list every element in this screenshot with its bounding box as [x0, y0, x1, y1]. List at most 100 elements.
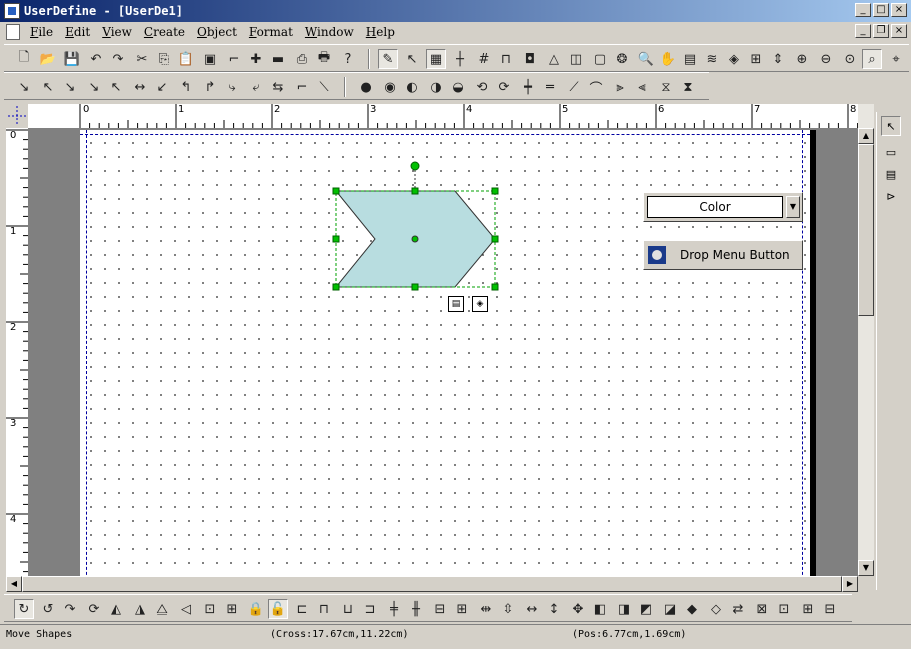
print-icon[interactable]: 🖶 [314, 49, 334, 69]
join-icon[interactable]: ⟳ [494, 77, 514, 97]
connector-3-icon[interactable]: ↘ [60, 77, 80, 97]
connector-13-icon[interactable]: ⌐ [292, 77, 312, 97]
snap-icon[interactable]: ┼ [450, 49, 470, 69]
same-width-icon[interactable]: ↔ [522, 599, 542, 619]
table-icon[interactable]: ⊞ [746, 49, 766, 69]
rotate-handle[interactable] [410, 161, 420, 171]
flip-horizontal-icon[interactable]: ◭ [106, 599, 126, 619]
same-size-icon[interactable]: ✥ [568, 599, 588, 619]
bring-front-icon[interactable]: ◧ [590, 599, 610, 619]
curve-icon[interactable]: ⌒ [586, 77, 606, 97]
send-back-icon[interactable]: ◨ [614, 599, 634, 619]
space-h-icon[interactable]: ⇹ [476, 599, 496, 619]
bounds-icon[interactable]: ◘ [520, 49, 540, 69]
flip-vertical-icon[interactable]: ◮ [130, 599, 150, 619]
shape-fill-icon[interactable]: ◈ [472, 296, 488, 312]
unlock-icon[interactable]: 🔓 [268, 599, 288, 619]
paste-special-icon[interactable]: ▣ [200, 49, 220, 69]
resize-handle[interactable] [491, 187, 499, 195]
chevron-tool-icon[interactable]: ⊳ [881, 186, 901, 206]
scroll-left-button[interactable]: ◀ [6, 576, 22, 592]
reverse-order-icon[interactable]: ⇄ [728, 599, 748, 619]
connector-14-icon[interactable]: ⟍ [314, 77, 334, 97]
vertical-scrollbar[interactable]: ▲ ▼ [858, 104, 874, 576]
doc-minimize-button[interactable]: _ [855, 24, 871, 38]
save-icon[interactable]: 💾 [62, 49, 82, 69]
mirror-h-icon[interactable]: ⧋ [152, 599, 172, 619]
scroll-up-button[interactable]: ▲ [858, 128, 874, 144]
zoom-icon[interactable]: 🔍 [636, 49, 656, 69]
intersect-icon[interactable]: ◑ [426, 77, 446, 97]
triangle-icon[interactable]: △ [544, 49, 564, 69]
subtract-icon[interactable]: ◐ [402, 77, 422, 97]
zoom-fit-icon[interactable]: ⊙ [840, 49, 860, 69]
redo-icon[interactable]: ↷ [108, 49, 128, 69]
exclude-icon[interactable]: ◒ [448, 77, 468, 97]
connector-10-icon[interactable]: ⤷ [222, 77, 242, 97]
resize-icon[interactable]: ⇕ [768, 49, 788, 69]
tab-order-2-icon[interactable]: ⊡ [774, 599, 794, 619]
resize-handle[interactable] [491, 235, 499, 243]
format-painter-icon[interactable]: ⌐ [224, 49, 244, 69]
new-icon[interactable]: 🗋 [14, 49, 34, 69]
align-bottom-icon[interactable]: ⊔ [338, 599, 358, 619]
connector-1-icon[interactable]: ↘ [14, 77, 34, 97]
connector-4-icon[interactable]: ↘ [84, 77, 104, 97]
drop-menu-button[interactable]: Drop Menu Button [643, 240, 803, 270]
rotate-icon[interactable]: ❂ [612, 49, 632, 69]
menu-file[interactable]: File [30, 25, 53, 39]
delete-point-icon[interactable]: ═ [540, 77, 560, 97]
tab-order-icon[interactable]: ⊠ [752, 599, 772, 619]
menu-object[interactable]: Object [197, 25, 237, 39]
center-h-icon[interactable]: ⊟ [430, 599, 450, 619]
color-combobox[interactable]: Color ▼ [643, 192, 803, 222]
connector-8-icon[interactable]: ↰ [176, 77, 196, 97]
menu-window[interactable]: Window [305, 25, 354, 39]
help-icon[interactable]: ? [338, 49, 358, 69]
align-middle-icon[interactable]: ╫ [406, 599, 426, 619]
mirror-v-icon[interactable]: ◁ [176, 599, 196, 619]
properties-icon[interactable]: ▤ [680, 49, 700, 69]
print-preview-icon[interactable]: ⎙ [292, 49, 312, 69]
rotate-90-icon[interactable]: ⟳ [84, 599, 104, 619]
horizontal-scroll-thumb[interactable] [22, 576, 842, 592]
delete-icon[interactable]: ▬ [268, 49, 288, 69]
break-icon[interactable]: ⟲ [472, 77, 492, 97]
margin-icon[interactable]: ⊓ [496, 49, 516, 69]
color-combobox-field[interactable]: Color [647, 196, 783, 218]
connector-2-icon[interactable]: ↖ [38, 77, 58, 97]
tab-order-3-icon[interactable]: ⊞ [798, 599, 818, 619]
zoom-out-icon[interactable]: ⊖ [816, 49, 836, 69]
resize-handle[interactable] [332, 235, 340, 243]
frame-icon[interactable]: ▢ [590, 49, 610, 69]
list-tool-icon[interactable]: ▤ [881, 164, 901, 184]
copy-icon[interactable]: ⎘ [154, 49, 174, 69]
align-top-icon[interactable]: ⊓ [314, 599, 334, 619]
drawing-canvas[interactable]: ▤ ◈ Color ▼ Drop Menu Button [28, 128, 858, 576]
behind-icon[interactable]: ◇ [706, 599, 726, 619]
mirror-icon[interactable]: ⧖ [656, 77, 676, 97]
free-rotate-icon[interactable]: ↻ [14, 599, 34, 619]
union-icon[interactable]: ● [356, 77, 376, 97]
resize-handle[interactable] [411, 283, 419, 291]
add-icon[interactable]: ✚ [246, 49, 266, 69]
page[interactable]: ▤ ◈ Color ▼ Drop Menu Button [80, 130, 810, 576]
center-v-icon[interactable]: ⊞ [452, 599, 472, 619]
menu-create[interactable]: Create [144, 25, 185, 39]
align-center-icon[interactable]: ╪ [384, 599, 404, 619]
align-points-icon[interactable]: ⫸ [610, 77, 630, 97]
connector-11-icon[interactable]: ⤶ [246, 77, 266, 97]
flip-icon[interactable]: ⧗ [678, 77, 698, 97]
chevron-down-icon[interactable]: ▼ [786, 196, 800, 218]
zoom-page-icon[interactable]: ⌕ [862, 49, 882, 69]
vertical-scroll-thumb[interactable] [858, 144, 874, 316]
cut-icon[interactable]: ✂ [132, 49, 152, 69]
resize-handle[interactable] [332, 187, 340, 195]
pointer-icon[interactable]: ↖ [881, 116, 901, 136]
minimize-button[interactable]: _ [855, 3, 871, 17]
select-icon[interactable]: ↖ [402, 49, 422, 69]
front-of-icon[interactable]: ◆ [682, 599, 702, 619]
align-left-icon[interactable]: ⊏ [292, 599, 312, 619]
connector-6-icon[interactable]: ↔ [130, 77, 150, 97]
edit-mode-icon[interactable]: ✎ [378, 49, 398, 69]
